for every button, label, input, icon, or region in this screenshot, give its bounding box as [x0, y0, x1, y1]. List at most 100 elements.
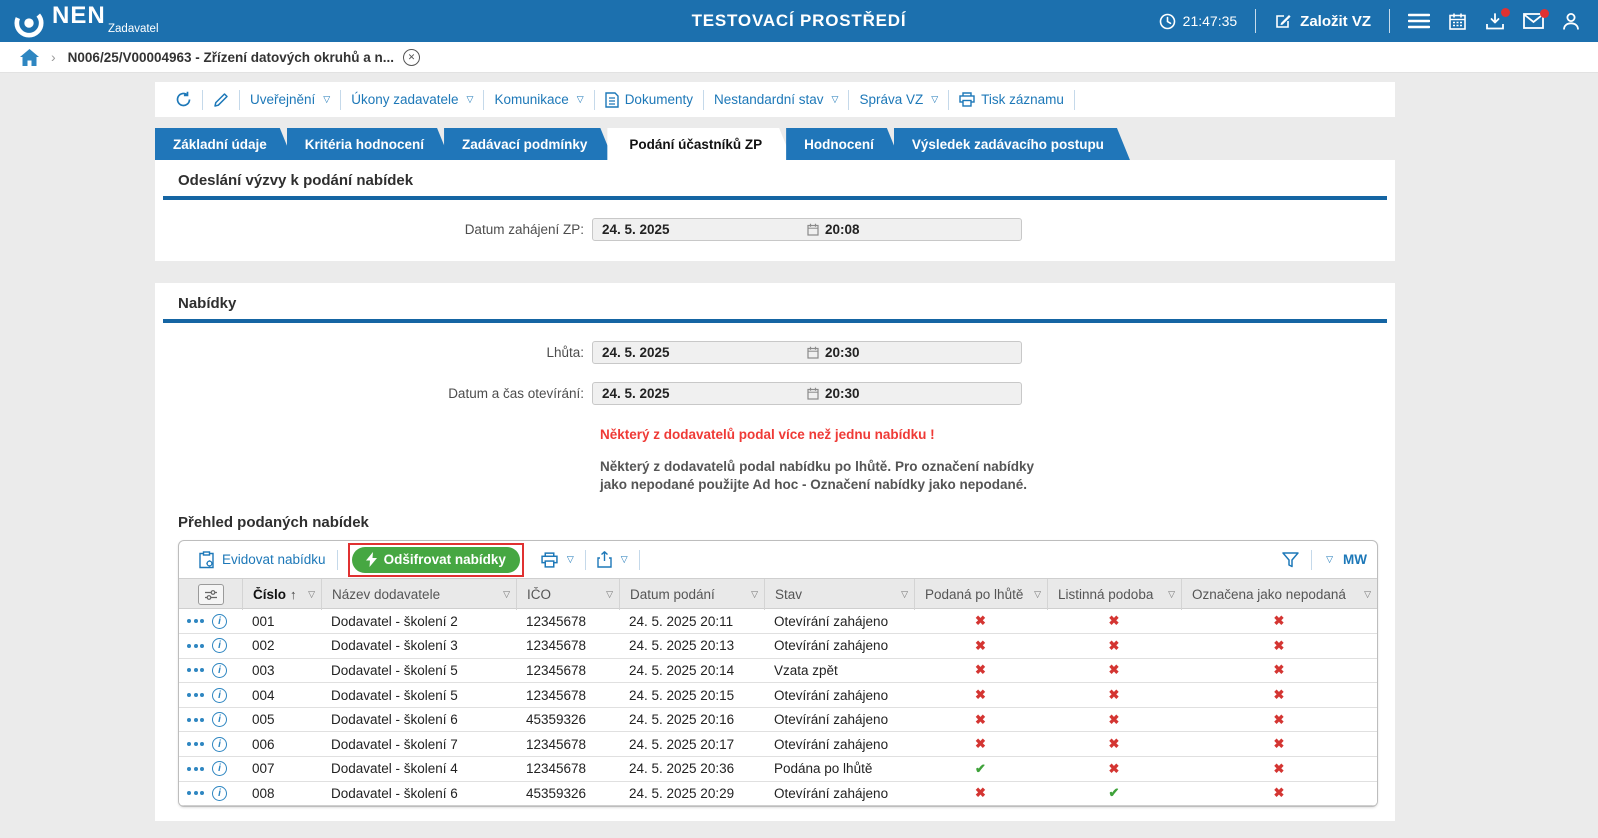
- main-menu-button[interactable]: [1408, 13, 1430, 29]
- filter-dropdown-icon[interactable]: ▽: [606, 589, 613, 600]
- filter-dropdown-icon[interactable]: ▽: [1034, 589, 1041, 600]
- menu-komunikace[interactable]: Komunikace ▽: [484, 92, 593, 107]
- filter-dropdown-icon[interactable]: ▽: [1364, 589, 1371, 600]
- session-clock: 21:47:35: [1159, 13, 1237, 30]
- notification-badge: [1501, 7, 1510, 17]
- row-info-button[interactable]: i: [212, 638, 227, 654]
- col-header-oznacena-jako-nepodana[interactable]: Označena jako nepodaná ▽: [1181, 579, 1377, 611]
- row-actions: i: [179, 638, 242, 654]
- toolbar-divider: [1073, 89, 1075, 110]
- menu-sprava-vz[interactable]: Správa VZ ▽: [849, 92, 948, 107]
- row-info-button[interactable]: i: [212, 687, 227, 703]
- row-actions: i: [179, 761, 242, 777]
- menu-label: Tisk záznamu: [981, 92, 1064, 107]
- print-table-button[interactable]: ▽: [532, 552, 583, 568]
- row-info-button[interactable]: i: [212, 785, 227, 801]
- table-row[interactable]: i 005 Dodavatel - školení 6 45359326 24. 5. …: [179, 707, 1377, 733]
- col-header-ico[interactable]: IČO ▽: [516, 579, 619, 611]
- filter-dropdown-icon[interactable]: ▽: [901, 589, 908, 600]
- calendar-button[interactable]: [1448, 12, 1467, 31]
- menu-tisk-zaznamu[interactable]: Tisk záznamu: [949, 92, 1074, 107]
- evidovat-label: Evidovat nabídku: [222, 552, 326, 568]
- filter-dropdown-icon[interactable]: ▽: [503, 589, 510, 600]
- row-menu-button[interactable]: [187, 668, 204, 673]
- filter-funnel-icon[interactable]: [1282, 552, 1299, 568]
- datum-oteviani-field[interactable]: 24. 5. 2025 20:30: [592, 382, 1022, 405]
- cell-oznacena-jako-nepodana: ✖: [1181, 662, 1377, 678]
- messages-button[interactable]: [1523, 9, 1549, 29]
- tab-2[interactable]: Zadávací podmínky: [444, 128, 613, 160]
- filter-dropdown-icon[interactable]: ▽: [751, 589, 758, 600]
- table-row[interactable]: i 002 Dodavatel - školení 3 12345678 24. 5. …: [179, 634, 1377, 659]
- tab-5[interactable]: Výsledek zadávacího postupu: [894, 128, 1130, 160]
- col-header-datum-podani[interactable]: Datum podání ▽: [619, 579, 764, 611]
- table-row[interactable]: i 003 Dodavatel - školení 5 12345678 24. 5. …: [179, 658, 1377, 684]
- create-vz-button[interactable]: Založit VZ: [1274, 12, 1371, 30]
- col-header-nazev-dodavatele[interactable]: Název dodavatele ▽: [321, 579, 516, 611]
- row-menu-button[interactable]: [187, 619, 204, 624]
- filter-dropdown-icon[interactable]: ▽: [308, 589, 315, 600]
- user-profile-button[interactable]: [1562, 12, 1580, 31]
- row-menu-button[interactable]: [187, 643, 204, 648]
- row-info-button[interactable]: i: [212, 761, 227, 777]
- cross-icon: ✖: [1273, 662, 1285, 678]
- menu-nestandardni-stav[interactable]: Nestandardní stav ▽: [704, 92, 848, 107]
- toolbar-divider: [638, 549, 640, 570]
- cell-cislo: 003: [252, 662, 275, 678]
- tab-4[interactable]: Hodnocení: [786, 128, 900, 160]
- cell-cislo: 002: [252, 638, 275, 654]
- row-info-button[interactable]: i: [212, 662, 227, 678]
- row-info-button[interactable]: i: [212, 736, 227, 752]
- sliders-icon: [204, 590, 217, 600]
- row-actions: i: [179, 613, 242, 629]
- close-record-tab-icon[interactable]: ✕: [403, 48, 421, 66]
- row-info-button[interactable]: i: [212, 712, 227, 728]
- odsifrovat-nabidky-button[interactable]: Odšifrovat nabídky: [351, 546, 520, 573]
- breadcrumb-record-tab[interactable]: N006/25/V00004963 - Zřízení datových okr…: [68, 48, 421, 66]
- row-menu-button[interactable]: [187, 791, 204, 796]
- col-header-cislo[interactable]: Číslo ↑ ▽: [242, 579, 321, 611]
- section-rule: [163, 196, 1387, 200]
- datum-zahajeni-field[interactable]: 24. 5. 2025 20:08: [592, 218, 1022, 241]
- table-row[interactable]: i 001 Dodavatel - školení 2 12345678 24. 5. …: [179, 609, 1377, 635]
- field-label-oteviani: Datum a čas otevírání:: [448, 386, 584, 401]
- filter-dropdown-icon[interactable]: ▽: [1168, 589, 1175, 600]
- col-header-podana-po-lhute[interactable]: Podaná po lhůtě ▽: [914, 579, 1047, 611]
- tab-0[interactable]: Základní údaje: [155, 128, 293, 160]
- table-row[interactable]: i 006 Dodavatel - školení 7 12345678 24. 5. …: [179, 732, 1377, 757]
- export-table-button[interactable]: ▽: [588, 551, 637, 569]
- inbox-downloads-button[interactable]: [1485, 7, 1510, 31]
- home-icon[interactable]: [20, 48, 39, 66]
- menu-uverejneni[interactable]: Uveřejnění ▽: [240, 92, 340, 107]
- tab-1[interactable]: Kritéria hodnocení: [287, 128, 450, 160]
- cell-nazev-dodavatele: Dodavatel - školení 4: [331, 761, 458, 777]
- row-menu-button[interactable]: [187, 717, 204, 722]
- menu-dokumenty[interactable]: Dokumenty: [595, 91, 703, 108]
- nen-logo[interactable]: NEN Zadavatel: [14, 4, 159, 38]
- menu-label: Nestandardní stav: [713, 92, 824, 107]
- edit-button[interactable]: [203, 92, 239, 108]
- table-row[interactable]: i 008 Dodavatel - školení 6 45359326 24. 5. …: [179, 781, 1377, 807]
- cell-nazev-dodavatele: Dodavatel - školení 6: [331, 785, 458, 801]
- col-header-stav[interactable]: Stav ▽: [764, 579, 914, 611]
- tab-podani-ucastniku-zp[interactable]: Podání účastníků ZP: [607, 128, 792, 160]
- check-icon: ✔: [1108, 785, 1120, 801]
- lhuta-field[interactable]: 24. 5. 2025 20:30: [592, 341, 1022, 364]
- col-header-listinna-podoba[interactable]: Listinná podoba ▽: [1047, 579, 1181, 611]
- row-info-button[interactable]: i: [212, 613, 227, 629]
- refresh-button[interactable]: [165, 91, 202, 108]
- calendar-icon: [807, 387, 819, 400]
- menu-ukony-zadavatele[interactable]: Úkony zadavatele ▽: [341, 92, 483, 107]
- row-menu-button[interactable]: [187, 766, 204, 771]
- row-menu-button[interactable]: [187, 693, 204, 698]
- section-rule: [163, 319, 1387, 323]
- view-mode-mw[interactable]: MW: [1343, 552, 1367, 567]
- cell-stav: Vzata zpět: [774, 662, 838, 678]
- table-row[interactable]: i 007 Dodavatel - školení 4 12345678 24. 5. …: [179, 757, 1377, 782]
- view-dropdown-icon[interactable]: ▽: [1326, 554, 1333, 565]
- column-settings-button[interactable]: [197, 584, 224, 606]
- evidovat-nabidku-button[interactable]: Evidovat nabídku: [189, 551, 335, 569]
- table-row[interactable]: i 004 Dodavatel - školení 5 12345678 24. 5. …: [179, 683, 1377, 708]
- row-menu-button[interactable]: [187, 742, 204, 747]
- cell-cislo: 001: [252, 613, 275, 629]
